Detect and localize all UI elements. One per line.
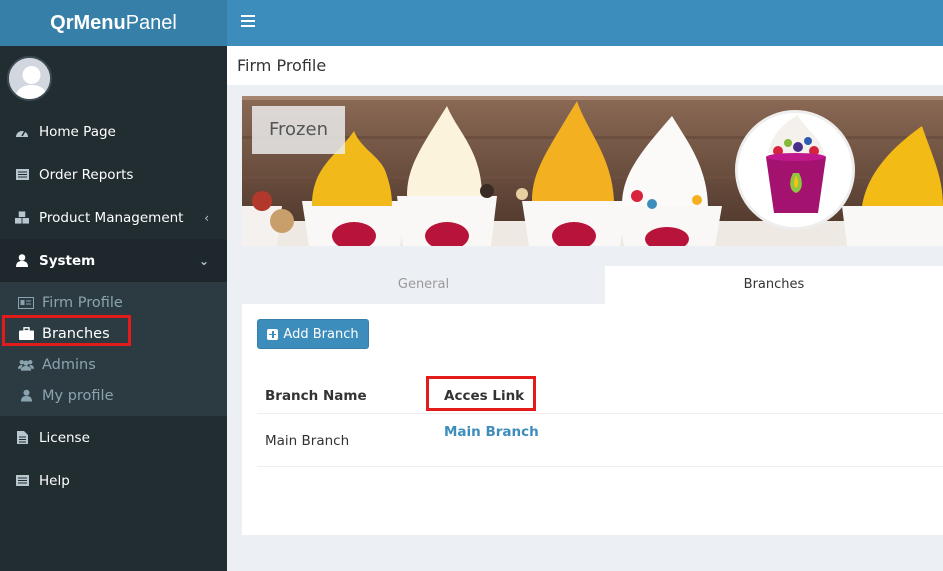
sidebar-subitem-my-profile[interactable]: My profile [0,380,227,411]
sidebar-item-label: Home Page [39,123,116,140]
cubes-icon [15,211,29,225]
table-row: Main Branch Main Branch [257,415,943,467]
list-icon [15,474,29,488]
sidebar-subitem-firm-profile[interactable]: Firm Profile [0,287,227,318]
add-branch-label: Add Branch [283,326,359,342]
sidebar-item-home[interactable]: Home Page [0,110,227,153]
branch-name-cell: Main Branch [265,433,350,449]
content-header: Firm Profile [227,46,943,85]
sidebar-item-product-management[interactable]: Product Management ‹ [0,196,227,239]
tab-branches[interactable]: Branches [605,266,943,304]
users-icon [18,358,34,372]
user-icon [15,254,29,268]
menu-toggle-icon[interactable] [241,15,255,27]
sidebar-subitem-label: Admins [42,356,96,373]
profile-tabs: General Branches [242,266,943,304]
sidebar-item-order-reports[interactable]: Order Reports [0,153,227,196]
user-avatar-icon [9,58,50,99]
brand-logo[interactable]: QrMenuPanel [0,0,227,46]
branch-access-link[interactable]: Main Branch [444,424,539,440]
sidebar-subitem-label: My profile [42,387,114,404]
sidebar-menu: Home Page Order Reports Product Manageme… [0,110,227,502]
system-submenu: Firm Profile Branches Admins My profile [0,282,227,416]
sidebar-subitem-branches[interactable]: Branches [0,318,227,349]
plus-square-icon [267,328,279,340]
sidebar-item-system[interactable]: System ⌄ [0,239,227,282]
sidebar-item-license[interactable]: License [0,416,227,459]
sidebar-subitem-admins[interactable]: Admins [0,349,227,380]
list-icon [15,168,29,182]
acces-link-cell: Main Branch [444,424,539,440]
sidebar-subitem-label: Branches [42,325,110,342]
file-icon [15,431,29,445]
add-branch-button[interactable]: Add Branch [257,319,369,349]
user-icon [18,389,34,403]
firm-cover-image: Frozen [242,96,943,246]
id-card-icon [18,296,34,310]
sidebar-subitem-label: Firm Profile [42,294,123,311]
sidebar-item-label: License [39,429,90,446]
sidebar-item-label: Order Reports [39,166,134,183]
firm-logo[interactable] [735,110,855,230]
briefcase-icon [18,327,34,341]
avatar[interactable] [7,56,52,101]
sidebar-item-help[interactable]: Help [0,459,227,502]
column-header-acces-link: Acces Link [444,388,525,404]
yogurt-cup-logo-image [738,113,852,227]
sidebar-item-label: Product Management [39,209,184,226]
chevron-down-icon: ⌄ [198,253,209,268]
sidebar: QrMenuPanel Home Page Order Reports Prod… [0,0,227,571]
chevron-left-icon: ‹ [204,210,209,225]
sidebar-item-label: System [39,252,96,269]
page-title: Firm Profile [237,56,327,75]
firm-name-label: Frozen [252,106,345,154]
tab-general[interactable]: General [242,266,605,304]
sidebar-item-label: Help [39,472,70,489]
column-header-branch-name: Branch Name [265,388,367,404]
dashboard-icon [15,125,29,139]
branches-panel: Add Branch Branch Name Acces Link Main B… [242,304,943,535]
top-navbar [227,0,943,46]
table-header: Branch Name Acces Link [257,376,943,414]
